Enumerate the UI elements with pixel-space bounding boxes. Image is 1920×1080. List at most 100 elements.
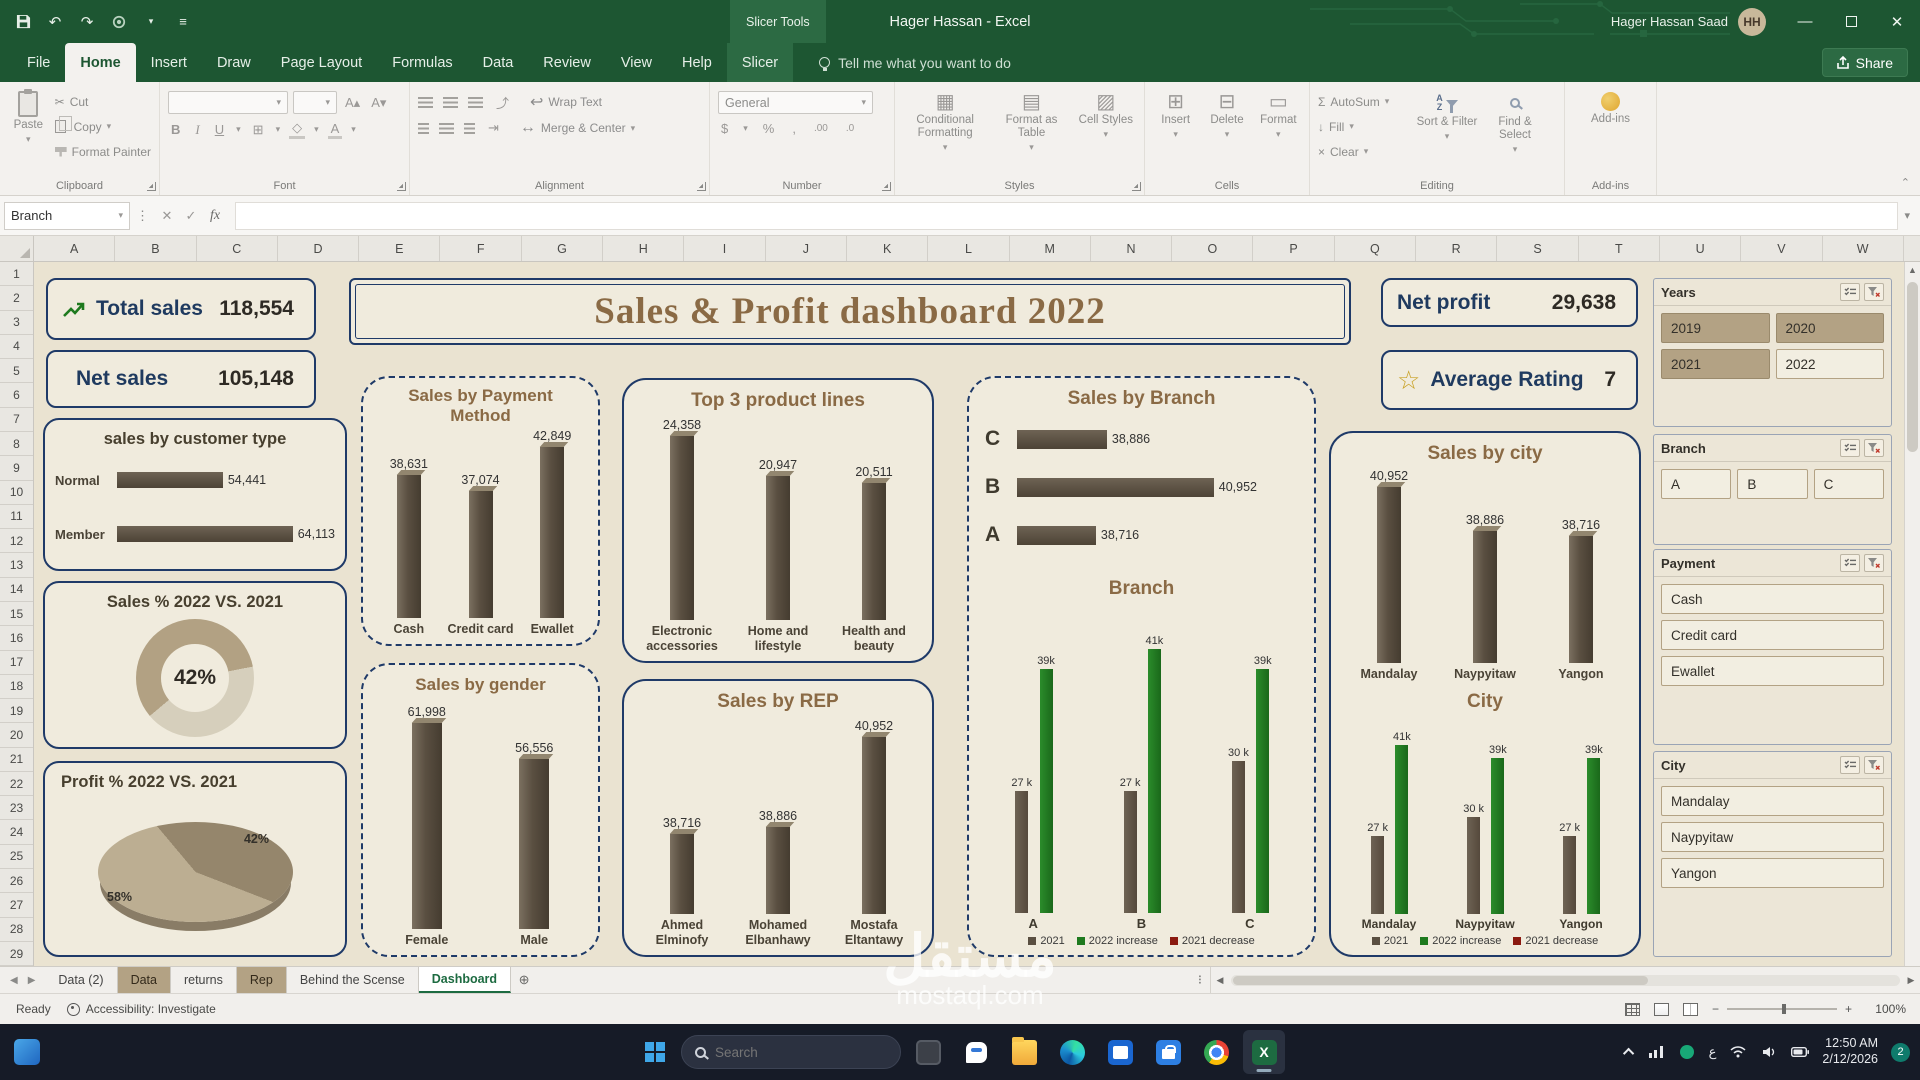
format-as-table-button[interactable]: ▤ Format as Table▾: [995, 87, 1067, 176]
sort-filter-button[interactable]: AZ Sort & Filter▾: [1416, 87, 1478, 176]
ribbon-tab[interactable]: Data: [468, 43, 529, 82]
tray-app-icon[interactable]: [1678, 1043, 1696, 1061]
minimize-button[interactable]: —: [1782, 0, 1828, 43]
row-header[interactable]: 11: [0, 505, 33, 529]
slicer-item[interactable]: A: [1661, 469, 1731, 499]
format-cells-button[interactable]: ▭ Format▾: [1256, 87, 1301, 176]
column-header[interactable]: F: [440, 236, 521, 261]
row-header[interactable]: 29: [0, 942, 33, 966]
sheet-nav-right-icon[interactable]: ▶: [28, 975, 36, 986]
taskbar-app-button[interactable]: [1243, 1030, 1285, 1074]
column-header[interactable]: O: [1172, 236, 1253, 261]
slicer-item[interactable]: 2021: [1661, 349, 1770, 379]
insert-function-button[interactable]: fx: [203, 208, 227, 224]
payment-method-chart[interactable]: Sales by Payment Method 38,631Cash 37,07…: [361, 376, 600, 646]
column-header[interactable]: B: [115, 236, 196, 261]
row-header[interactable]: 7: [0, 408, 33, 432]
taskbar-app-button[interactable]: [1051, 1030, 1093, 1074]
cancel-entry-icon[interactable]: ✕: [155, 208, 179, 224]
normal-view-icon[interactable]: [1625, 1003, 1640, 1016]
slicer-item[interactable]: C: [1814, 469, 1884, 499]
row-header[interactable]: 16: [0, 626, 33, 650]
row-header[interactable]: 4: [0, 335, 33, 359]
bold-icon[interactable]: B: [168, 122, 183, 137]
dashboard-title-banner[interactable]: Sales & Profit dashboard 2022: [349, 278, 1351, 345]
column-header[interactable]: U: [1660, 236, 1741, 261]
name-box[interactable]: Branch▾: [4, 202, 130, 230]
save-icon[interactable]: [14, 13, 32, 31]
zoom-out-icon[interactable]: −: [1712, 1002, 1719, 1016]
customer-type-chart[interactable]: sales by customer type Normal 54,441 Mem…: [43, 418, 347, 571]
taskbar-app-button[interactable]: [1099, 1030, 1141, 1074]
autosum-button[interactable]: ΣAutoSum▾: [1318, 91, 1410, 112]
styles-dialog-launcher[interactable]: [1132, 182, 1141, 191]
ribbon-tab[interactable]: View: [606, 43, 667, 82]
row-header[interactable]: 21: [0, 748, 33, 772]
hidden-icons-chevron[interactable]: [1623, 1048, 1634, 1059]
new-sheet-button[interactable]: ⊕: [511, 967, 537, 993]
redo-icon[interactable]: ↷: [78, 13, 96, 31]
alignment-dialog-launcher[interactable]: [697, 182, 706, 191]
scroll-right-icon[interactable]: ▶: [1902, 975, 1920, 986]
tell-me-box[interactable]: Tell me what you want to do: [819, 43, 1011, 82]
number-format-box[interactable]: General▾: [718, 91, 873, 114]
row-header[interactable]: 25: [0, 845, 33, 869]
font-size-box[interactable]: ▾: [293, 91, 337, 114]
payment-slicer[interactable]: Payment CashCredit cardEwallet: [1653, 549, 1892, 745]
vertical-scrollbar[interactable]: ▲: [1904, 262, 1920, 966]
cell-styles-button[interactable]: ▨ Cell Styles▾: [1078, 87, 1134, 176]
slicer-item[interactable]: Cash: [1661, 584, 1884, 614]
column-header[interactable]: M: [1010, 236, 1091, 261]
row-header[interactable]: 8: [0, 432, 33, 456]
slicer-item[interactable]: Yangon: [1661, 858, 1884, 888]
autosave-icon[interactable]: [110, 13, 128, 31]
sheet-tab[interactable]: Data (2): [45, 967, 117, 993]
paste-button[interactable]: Paste▾: [8, 87, 49, 176]
row-header[interactable]: 14: [0, 578, 33, 602]
tray-activity-icon[interactable]: [1647, 1043, 1665, 1061]
find-select-button[interactable]: Find & Select▾: [1484, 87, 1546, 176]
search-input[interactable]: [715, 1045, 865, 1060]
column-header[interactable]: A: [34, 236, 115, 261]
align-top-icon[interactable]: [418, 97, 433, 108]
decrease-decimal-icon[interactable]: .0: [843, 123, 857, 134]
zoom-in-icon[interactable]: +: [1845, 1002, 1852, 1016]
percent-style-icon[interactable]: %: [760, 121, 778, 136]
align-bottom-icon[interactable]: [468, 97, 483, 108]
horizontal-scrollbar[interactable]: ◀ ▶: [1210, 967, 1920, 993]
row-header[interactable]: 20: [0, 723, 33, 747]
row-header[interactable]: 10: [0, 481, 33, 505]
sheet-tab[interactable]: Behind the Scense: [287, 967, 419, 993]
clear-filter-icon[interactable]: [1864, 756, 1884, 774]
total-sales-card[interactable]: Total sales 118,554: [46, 278, 316, 340]
ribbon-tab[interactable]: Page Layout: [266, 43, 377, 82]
number-dialog-launcher[interactable]: [882, 182, 891, 191]
ribbon-tab[interactable]: Formulas: [377, 43, 467, 82]
close-button[interactable]: ✕: [1874, 0, 1920, 43]
sales-percent-donut-chart[interactable]: Sales % 2022 VS. 2021 42%: [43, 581, 347, 749]
cut-button[interactable]: ✂Cut: [55, 91, 151, 112]
slicer-item[interactable]: Credit card: [1661, 620, 1884, 650]
avatar[interactable]: HH: [1738, 8, 1766, 36]
language-indicator[interactable]: ع: [1709, 1044, 1717, 1060]
share-button[interactable]: Share: [1822, 48, 1908, 77]
column-header[interactable]: D: [278, 236, 359, 261]
merge-center-button[interactable]: ↔ Merge & Center▾: [520, 119, 635, 137]
row-header[interactable]: 26: [0, 869, 33, 893]
column-header[interactable]: G: [522, 236, 603, 261]
volume-icon[interactable]: [1760, 1043, 1778, 1061]
row-header[interactable]: 2: [0, 286, 33, 310]
row-header[interactable]: 28: [0, 918, 33, 942]
sales-by-city-card[interactable]: Sales by city 40,952Mandalay 38,886Naypy…: [1329, 431, 1641, 957]
slicer-item[interactable]: Naypyitaw: [1661, 822, 1884, 852]
city-slicer[interactable]: City MandalayNaypyitawYangon: [1653, 751, 1892, 957]
ribbon-tab[interactable]: Review: [528, 43, 606, 82]
underline-icon[interactable]: U: [212, 122, 227, 137]
multi-select-icon[interactable]: [1840, 439, 1860, 457]
slicer-item[interactable]: Mandalay: [1661, 786, 1884, 816]
name-box-splitter[interactable]: ⋮: [130, 208, 155, 224]
ribbon-tab[interactable]: Home: [65, 43, 135, 82]
wifi-icon[interactable]: [1729, 1043, 1747, 1061]
orientation-icon[interactable]: ⤴: [493, 93, 512, 112]
row-header[interactable]: 19: [0, 699, 33, 723]
